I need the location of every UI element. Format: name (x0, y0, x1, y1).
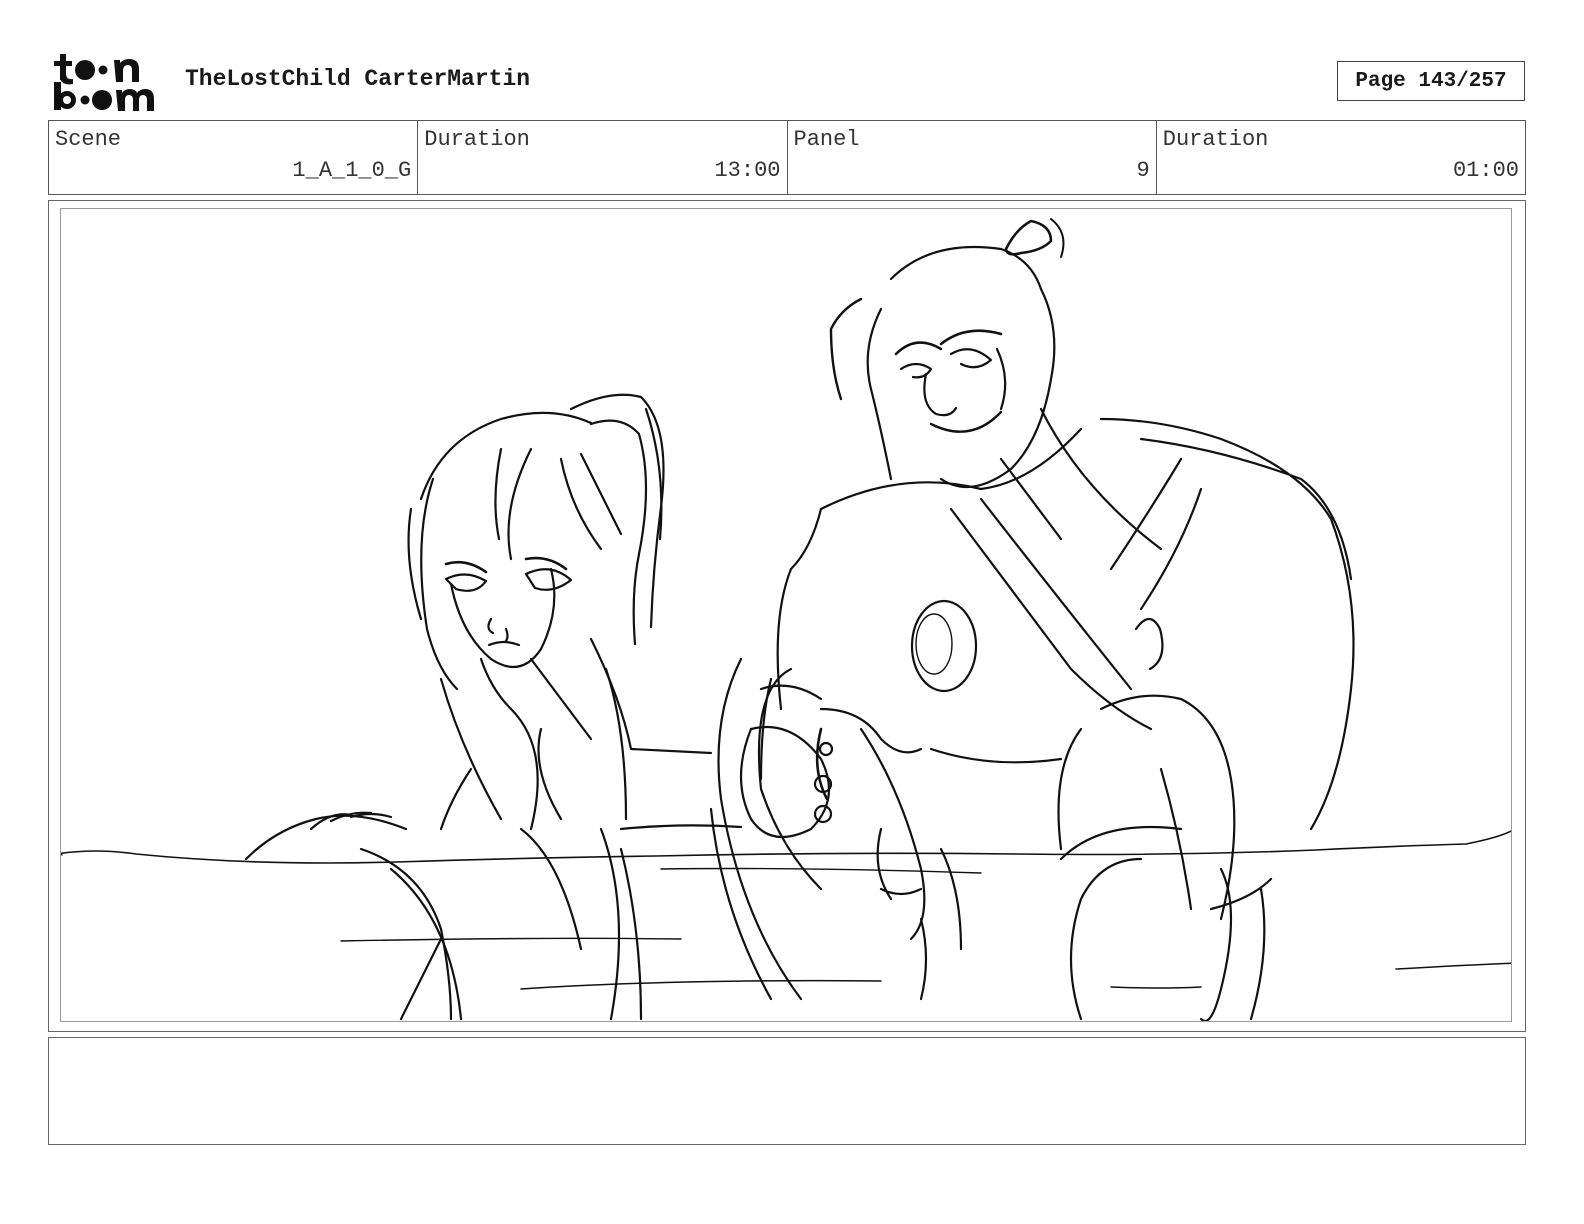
panel-notes-box[interactable] (48, 1037, 1526, 1145)
panel-duration-cell: Duration 01:00 (1157, 121, 1525, 194)
panel-sketch (61, 218, 1511, 1021)
panel-cell: Panel 9 (788, 121, 1157, 194)
panel-duration-label: Duration (1162, 127, 1269, 152)
scene-value: 1_A_1_0_G (292, 158, 412, 183)
logo-mark (54, 54, 154, 111)
scene-info-row: Scene 1_A_1_0_G Duration 13:00 Panel 9 D… (48, 120, 1526, 195)
panel-drawing-area (60, 208, 1512, 1022)
toonboom-logo (52, 50, 164, 112)
ground-lines (61, 830, 1511, 990)
panel-label: Panel (793, 127, 860, 152)
panel-value: 9 (1136, 158, 1150, 183)
scene-cell: Scene 1_A_1_0_G (49, 121, 419, 194)
document-title: TheLostChild CarterMartin (185, 66, 531, 92)
scene-duration-cell: Duration 13:00 (418, 121, 788, 194)
panel-duration-value: 01:00 (1452, 158, 1519, 183)
scene-duration-label: Duration (424, 127, 530, 152)
man-character (709, 218, 1355, 1021)
scene-duration-value: 13:00 (714, 158, 781, 183)
girl-character (244, 393, 743, 1021)
storyboard-panel (48, 200, 1526, 1032)
page-indicator: Page 143/257 (1337, 61, 1525, 101)
scene-label: Scene (55, 127, 122, 152)
